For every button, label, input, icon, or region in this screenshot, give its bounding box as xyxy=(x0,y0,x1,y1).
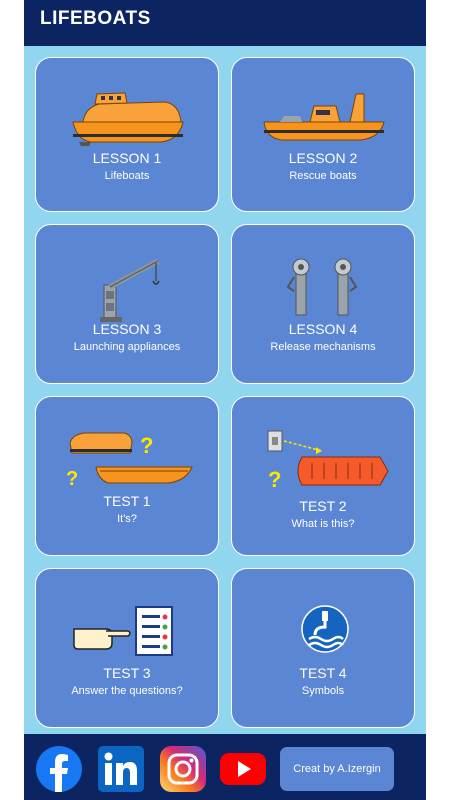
card-subtitle: It's? xyxy=(117,513,137,525)
instagram-icon[interactable] xyxy=(160,746,206,792)
lesson-1-card[interactable]: LESSON 1 Lifeboats xyxy=(35,57,219,212)
card-title: LESSON 3 xyxy=(92,321,162,337)
boats-question-icon: ? ? xyxy=(66,432,193,487)
card-title: TEST 1 xyxy=(103,493,151,509)
card-title: LESSON 4 xyxy=(288,321,358,337)
test-1-card[interactable]: ? ? TEST 1 It's? xyxy=(35,396,219,556)
linkedin-icon[interactable] xyxy=(98,746,144,792)
card-title: TEST 3 xyxy=(103,665,151,681)
lesson-2-card[interactable]: LESSON 2 Rescue boats xyxy=(231,57,415,212)
svg-text:?: ? xyxy=(66,468,78,487)
test-2-card[interactable]: ? TEST 2 What is this? xyxy=(231,396,415,556)
footer-bar: Creat by A.Izergin xyxy=(24,734,426,800)
card-subtitle: Symbols xyxy=(301,685,345,697)
app-screen: LIFEBOATS LESSON 1 Lifeboats LESSON 2 Re… xyxy=(24,0,426,800)
test-4-card[interactable]: TEST 4 Symbols xyxy=(231,568,415,728)
card-subtitle: Launching appliances xyxy=(73,341,181,353)
rescue-boat-icon xyxy=(263,93,385,141)
svg-text:?: ? xyxy=(268,467,281,491)
test-3-card[interactable]: TEST 3 Answer the questions? xyxy=(35,568,219,728)
card-subtitle: Release mechanisms xyxy=(270,341,376,353)
lesson-4-card[interactable]: LESSON 4 Release mechanisms xyxy=(231,224,415,384)
svg-text:?: ? xyxy=(140,433,153,458)
card-title: TEST 4 xyxy=(299,665,347,681)
credit-button[interactable]: Creat by A.Izergin xyxy=(280,747,394,791)
youtube-icon[interactable] xyxy=(220,746,266,792)
app-bar: LIFEBOATS xyxy=(24,0,426,46)
card-title: LESSON 1 xyxy=(92,150,162,166)
raft-question-icon: ? xyxy=(267,430,389,491)
card-title: LESSON 2 xyxy=(288,150,358,166)
safety-symbol-icon xyxy=(301,605,349,653)
card-subtitle: What is this? xyxy=(291,518,355,530)
app-title: LIFEBOATS xyxy=(40,8,151,29)
card-subtitle: Answer the questions? xyxy=(71,685,183,697)
lesson-3-card[interactable]: LESSON 3 Launching appliances xyxy=(35,224,219,384)
card-subtitle: Lifeboats xyxy=(104,170,150,182)
card-subtitle: Rescue boats xyxy=(289,170,357,182)
lifeboat-icon xyxy=(72,92,184,146)
card-title: TEST 2 xyxy=(299,498,347,514)
crane-icon xyxy=(100,258,160,322)
release-hook-icon xyxy=(286,258,358,316)
facebook-icon[interactable] xyxy=(36,746,82,792)
pointing-hand-checklist-icon xyxy=(73,606,173,656)
